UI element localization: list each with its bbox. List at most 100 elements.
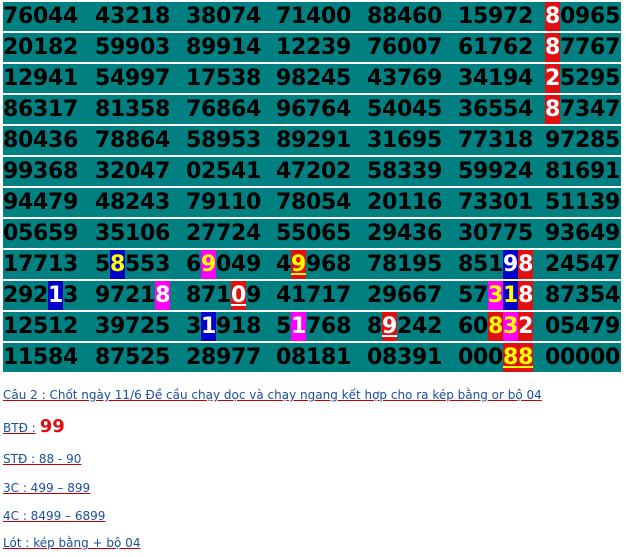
grid-cell: 57318	[458, 281, 533, 310]
digit: 5	[276, 314, 292, 339]
digit: 7	[110, 283, 126, 308]
digit: 3	[575, 97, 591, 122]
grid-cell: 29436	[367, 221, 443, 246]
grid-cell: 87767	[545, 33, 620, 62]
note-cau2: Câu 2 : Chốt ngày 11/6 Đề cầu chạy dọc v…	[3, 388, 542, 402]
digit: 5	[473, 252, 489, 277]
grid-cell: 58553	[95, 250, 170, 279]
grid-row: 80436 78864 58953 89291 31695 77318 97285	[3, 126, 621, 155]
digit: 1	[216, 283, 232, 308]
grid-cell: 89242	[367, 312, 442, 341]
digit: 0	[488, 345, 504, 370]
grid-row: 05659 35106 27724 55065 29436 30775 93649	[3, 219, 621, 248]
grid-cell: 76007	[367, 35, 443, 60]
digit: 8	[336, 314, 352, 339]
btd-value: 99	[39, 416, 65, 437]
digit: 3	[186, 314, 202, 339]
grid-cell: 77318	[458, 128, 534, 153]
grid-cell: 51768	[276, 312, 351, 341]
digit: 2	[3, 283, 19, 308]
digit: 0	[560, 4, 576, 29]
note-cau2-text: Câu 2 : Chốt ngày 11/6 Đề cầu chạy dọc v…	[3, 388, 542, 402]
grid-cell: 31695	[367, 128, 443, 153]
digit: 3	[63, 283, 79, 308]
grid-row: 20182 59903 89914 12239 76007 61762 87767	[3, 33, 621, 62]
grid-cell: 76044	[3, 4, 79, 29]
note-btd: BTĐ :99	[3, 416, 65, 437]
grid-cell: 49968	[276, 250, 351, 279]
grid-cell: 31918	[186, 312, 261, 341]
highlighted-digit: 8	[518, 250, 534, 279]
digit: 2	[125, 283, 141, 308]
highlighted-digit: 9	[291, 250, 307, 279]
grid-cell: 87109	[186, 281, 261, 310]
digit: 5	[95, 252, 111, 277]
grid-cell: 80436	[3, 128, 79, 153]
grid-cell: 86317	[3, 97, 79, 122]
digit: 9	[95, 283, 111, 308]
grid-cell: 58953	[186, 128, 262, 153]
digit: 5	[605, 4, 621, 29]
digit: 2	[427, 314, 443, 339]
grid-row: 17713 58553 69049 49968 78195 85198 24547	[3, 250, 621, 279]
digit: 6	[458, 314, 474, 339]
grid-cell: 05479	[545, 314, 621, 339]
grid-cell: 12512	[3, 314, 79, 339]
digit: 6	[321, 314, 337, 339]
highlighted-digit: 2	[545, 64, 561, 93]
digit: 8	[246, 314, 262, 339]
grid-cell: 51139	[545, 190, 621, 215]
digit: 7	[306, 314, 322, 339]
grid-cell: 61762	[458, 35, 534, 60]
highlighted-digit: 3	[503, 312, 519, 341]
grid-row: 94479 48243 79110 78054 20116 73301 51139	[3, 188, 621, 217]
grid-cell: 20116	[367, 190, 443, 215]
grid-cell: 79110	[186, 190, 262, 215]
digit: 7	[605, 97, 621, 122]
highlighted-digit: 2	[518, 312, 534, 341]
grid-row: 11584 87525 28977 08181 08391 00088 00000	[3, 343, 621, 372]
grid-cell: 29667	[367, 283, 443, 308]
highlighted-digit: 9	[201, 250, 217, 279]
grid-cell: 00088	[458, 343, 533, 372]
digit: 7	[473, 283, 489, 308]
grid-cell: 69049	[186, 250, 261, 279]
grid-cell: 85198	[458, 250, 533, 279]
grid-cell: 96764	[276, 97, 352, 122]
grid-cell: 48243	[95, 190, 171, 215]
digit: 6	[590, 35, 606, 60]
digit: 0	[473, 345, 489, 370]
grid-cell: 30775	[458, 221, 534, 246]
grid-cell: 39725	[95, 314, 171, 339]
highlighted-digit: 8	[518, 343, 534, 372]
grid-row: 12941 54997 17538 98245 43769 34194 25295	[3, 64, 621, 93]
grid-cell: 00000	[545, 345, 621, 370]
digit: 7	[560, 97, 576, 122]
digit: 1	[140, 283, 156, 308]
lottery-number-grid: 76044 43218 38074 71400 88460 15972 80965 20182…	[3, 2, 621, 374]
highlighted-digit: 8	[545, 95, 561, 124]
grid-cell: 17713	[3, 252, 79, 277]
highlighted-digit: 9	[382, 312, 398, 341]
digit: 7	[605, 35, 621, 60]
grid-cell: 17538	[186, 66, 262, 91]
grid-cell: 25295	[545, 64, 620, 93]
highlighted-digit: 1	[48, 281, 64, 310]
highlighted-digit: 8	[110, 250, 126, 279]
lot-text: Lót : kép bằng + bộ 04	[3, 536, 141, 550]
digit: 6	[186, 252, 202, 277]
grid-cell: 59903	[95, 35, 171, 60]
digit: 1	[231, 314, 247, 339]
note-3c: 3C : 499 – 899	[3, 481, 90, 495]
grid-cell: 02541	[186, 159, 262, 184]
grid-cell: 88460	[367, 4, 443, 29]
digit: 4	[590, 97, 606, 122]
grid-cell: 54997	[95, 66, 171, 91]
grid-cell: 59924	[458, 159, 534, 184]
grid-cell: 71400	[276, 4, 352, 29]
grid-cell: 32047	[95, 159, 171, 184]
grid-cell: 11584	[3, 345, 79, 370]
note-4c: 4C : 8499 – 6899	[3, 509, 105, 523]
grid-cell: 55065	[276, 221, 352, 246]
grid-cell: 27724	[186, 221, 262, 246]
